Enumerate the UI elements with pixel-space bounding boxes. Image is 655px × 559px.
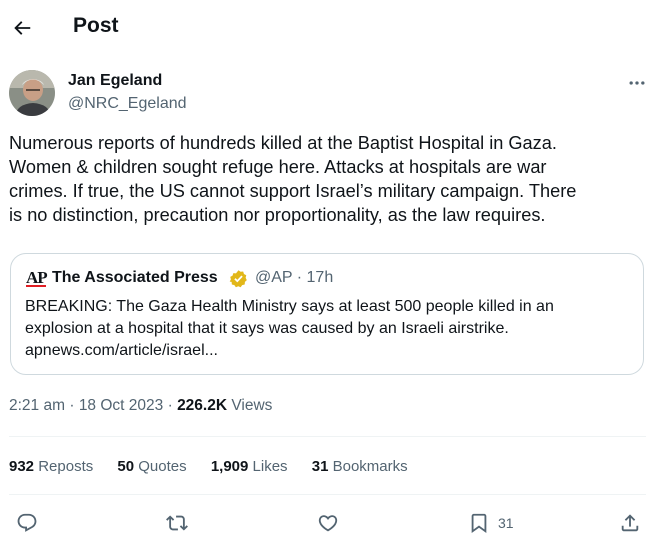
quoted-meta-separator: · xyxy=(296,269,303,286)
quoted-handle[interactable]: @AP xyxy=(255,269,292,286)
page-title: Post xyxy=(73,14,119,37)
back-button[interactable] xyxy=(8,12,36,44)
reposts-label: Reposts xyxy=(38,458,94,475)
quoted-time[interactable]: 17h xyxy=(307,269,334,286)
likes-stat[interactable]: 1,909 Likes xyxy=(211,458,288,475)
ap-logo-underline xyxy=(26,285,46,287)
quotes-label: Quotes xyxy=(138,458,187,475)
bookmarks-stat[interactable]: 31 Bookmarks xyxy=(312,458,408,475)
quoted-text-body: BREAKING: The Gaza Health Ministry says … xyxy=(25,298,554,359)
action-bar: 31 xyxy=(0,502,655,542)
reposts-stat[interactable]: 932 Reposts xyxy=(9,458,93,475)
meta-separator: · xyxy=(69,397,75,414)
likes-label: Likes xyxy=(252,458,288,475)
bookmarks-label: Bookmarks xyxy=(332,458,408,475)
repost-button[interactable] xyxy=(166,510,188,536)
avatar[interactable] xyxy=(9,70,55,116)
views-label: Views xyxy=(231,397,273,414)
more-options-button[interactable] xyxy=(624,70,650,96)
tweet-text: Numerous reports of hundreds killed at t… xyxy=(9,133,577,225)
author-name[interactable]: Jan Egeland xyxy=(68,72,162,90)
like-icon xyxy=(318,515,338,532)
share-button[interactable] xyxy=(619,510,641,536)
divider xyxy=(9,436,646,437)
bookmark-icon xyxy=(471,513,487,534)
verified-badge-icon xyxy=(229,269,248,288)
top-bar: Post xyxy=(0,0,655,56)
back-arrow-icon xyxy=(14,21,31,35)
repost-icon xyxy=(166,515,188,531)
views-count: 226.2K xyxy=(177,397,228,414)
reply-button[interactable] xyxy=(16,510,38,536)
more-icon xyxy=(629,81,645,85)
author-handle[interactable]: @NRC_Egeland xyxy=(68,95,187,113)
quotes-count: 50 xyxy=(117,458,135,475)
engagement-stats: 932 Reposts 50 Quotes 1,909 Likes 31 Boo… xyxy=(9,458,428,475)
meta-separator: · xyxy=(167,397,173,414)
bookmarks-count: 31 xyxy=(311,458,329,475)
quoted-author-name[interactable]: The Associated Press xyxy=(52,269,218,287)
like-button[interactable] xyxy=(317,510,339,536)
reposts-count: 932 xyxy=(9,458,35,475)
quoted-text: BREAKING: The Gaza Health Ministry says … xyxy=(25,296,631,362)
quoted-meta: @AP · 17h xyxy=(255,269,333,287)
quotes-stat[interactable]: 50 Quotes xyxy=(117,458,186,475)
divider xyxy=(9,494,646,495)
post-time[interactable]: 2:21 am xyxy=(9,397,65,414)
post-metadata: 2:21 am · 18 Oct 2023 · 226.2K Views xyxy=(9,397,272,415)
bookmark-button[interactable]: 31 xyxy=(468,510,514,536)
ap-logo: AP xyxy=(26,268,48,287)
quoted-post-card[interactable]: AP The Associated Press @AP · 17h BREAKI… xyxy=(10,253,644,375)
likes-count: 1,909 xyxy=(210,458,249,475)
post-date[interactable]: 18 Oct 2023 xyxy=(79,397,163,414)
reply-icon xyxy=(17,513,37,532)
share-icon xyxy=(621,514,639,532)
bookmark-count: 31 xyxy=(498,515,514,531)
